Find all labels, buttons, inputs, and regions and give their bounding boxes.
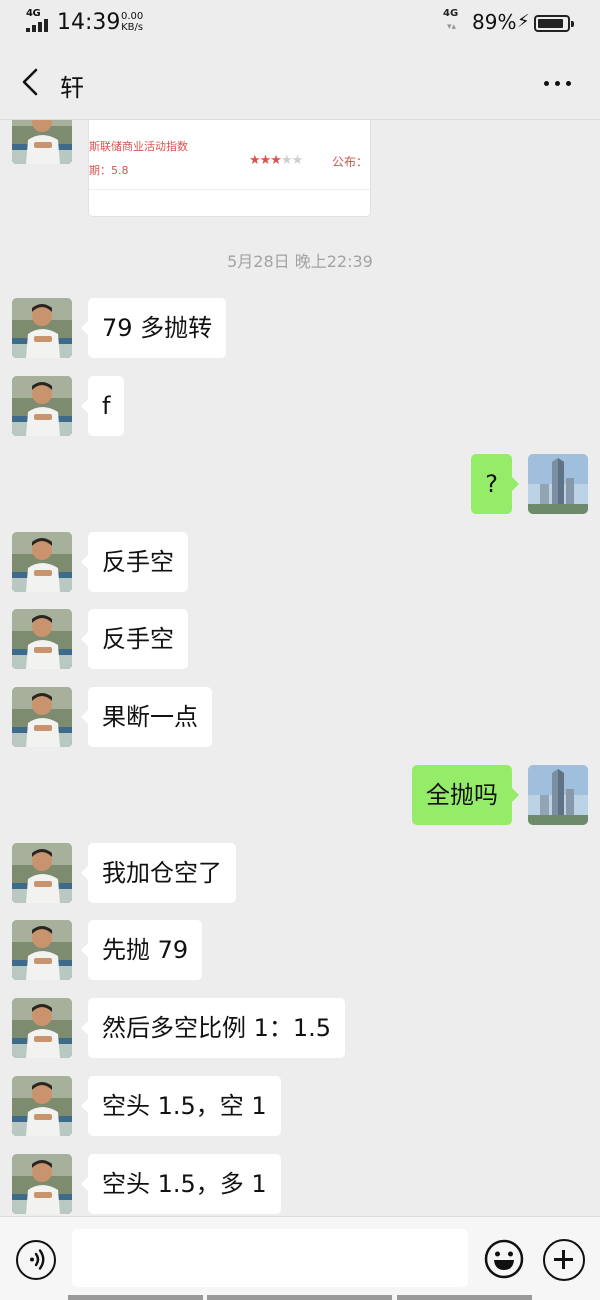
chat-header: 轩 [0, 48, 600, 120]
chevron-left-icon [22, 68, 38, 96]
plus-button[interactable] [543, 1239, 585, 1281]
message-bubble-incoming[interactable]: 空头 1.5，多 1 [81, 1154, 281, 1214]
network-speed-value: 0.00 [121, 11, 144, 22]
message-bubble-outgoing[interactable]: ? [471, 454, 519, 514]
contact-avatar[interactable] [12, 376, 72, 436]
network-type-label: 4G [26, 8, 41, 19]
voice-button[interactable] [16, 1240, 56, 1280]
contact-avatar[interactable] [12, 1154, 72, 1214]
cellular-signal-icon: 4G [24, 8, 50, 34]
contact-avatar[interactable] [12, 1076, 72, 1136]
battery-percent: 89% [472, 10, 517, 34]
contact-avatar[interactable] [12, 843, 72, 903]
secondary-network-label: 4G [443, 8, 459, 19]
message-input[interactable] [72, 1229, 468, 1287]
message-bubble-incoming[interactable]: 反手空 [81, 609, 188, 669]
message-bubble-incoming[interactable]: 先抛 79 [80, 920, 203, 980]
nav-hint-bar [207, 1295, 392, 1300]
message-bubble-outgoing[interactable]: 全抛吗 [412, 765, 519, 825]
card-publish-label: 公布： [332, 155, 369, 169]
card-value: 期：5.8 [89, 164, 129, 177]
nav-hint-bar [397, 1295, 532, 1300]
voice-icon [30, 1249, 45, 1270]
battery-level-fill [538, 19, 563, 28]
emoji-icon [484, 1239, 524, 1279]
clock: 14:39 [57, 10, 121, 35]
message-bubble-incoming[interactable]: 果断一点 [81, 687, 212, 747]
input-bar [0, 1216, 600, 1300]
battery-icon [534, 15, 574, 32]
secondary-network-icon: 4G ▾▴ [443, 8, 459, 32]
more-options-button[interactable] [536, 68, 580, 98]
self-avatar[interactable] [528, 765, 588, 825]
charging-bolt-icon: ⚡ [517, 11, 530, 32]
network-speed-unit: KB/s [121, 22, 144, 33]
contact-avatar[interactable] [12, 920, 72, 980]
self-avatar[interactable] [528, 454, 588, 514]
chat-title: 轩 [60, 74, 84, 102]
message-bubble-incoming[interactable]: 反手空 [81, 532, 188, 592]
contact-avatar[interactable] [12, 609, 72, 669]
card-title: 斯联储商业活动指数 [89, 140, 188, 153]
message-bubble-incoming[interactable]: 空头 1.5，空 1 [81, 1076, 281, 1136]
message-bubble-incoming[interactable]: 我加仓空了 [81, 843, 236, 903]
emoji-button[interactable] [484, 1239, 524, 1279]
contact-avatar[interactable] [12, 120, 72, 164]
message-bubble-incoming[interactable]: 79 多抛转 [80, 298, 227, 358]
back-button[interactable] [10, 60, 54, 104]
shared-link-card[interactable]: 斯联储商业活动指数 期：5.8 ★★★★★ 公布： [88, 120, 371, 217]
message-list[interactable]: 斯联储商业活动指数 期：5.8 ★★★★★ 公布： 5月28日 晚上22:39 … [0, 120, 600, 1216]
status-bar: 4G 14:39 0.00 KB/s 4G ▾▴ 89% ⚡ [0, 0, 600, 48]
contact-avatar[interactable] [12, 298, 72, 358]
message-bubble-incoming[interactable]: 然后多空比例 1：1.5 [80, 998, 346, 1058]
importance-stars-icon: ★★★★★ [249, 153, 303, 168]
nav-hint-bar [68, 1295, 203, 1300]
contact-avatar[interactable] [12, 532, 72, 592]
message-bubble-incoming[interactable]: f [80, 376, 125, 436]
contact-avatar[interactable] [12, 687, 72, 747]
message-timestamp: 5月28日 晚上22:39 [227, 252, 373, 271]
contact-avatar[interactable] [12, 998, 72, 1058]
network-speed: 0.00 KB/s [121, 11, 143, 33]
